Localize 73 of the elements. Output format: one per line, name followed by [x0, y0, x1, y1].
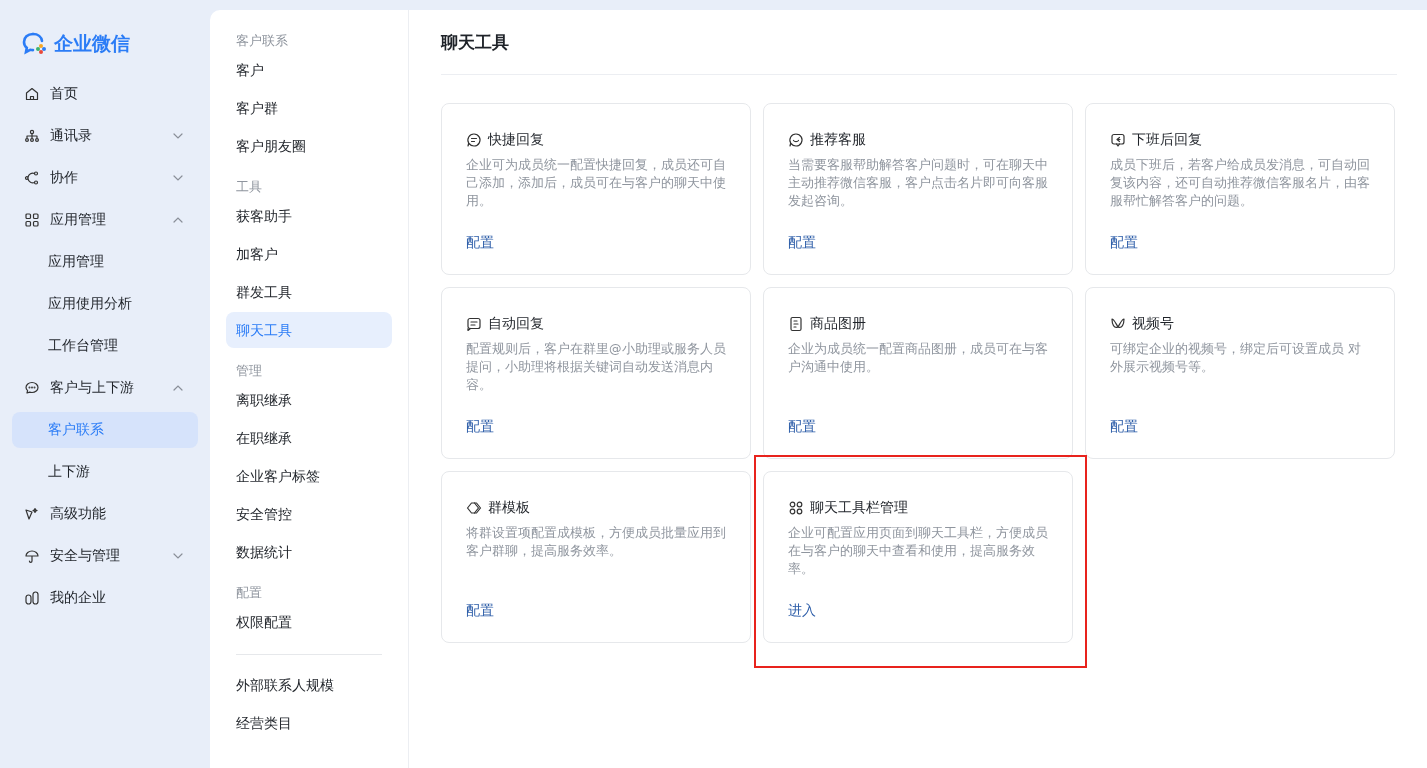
card-description: 将群设置项配置成模板，方便成员批量应用到客户群聊，提高服务效率。	[466, 524, 727, 560]
chat-lines-icon	[466, 316, 482, 332]
card-title: 快捷回复	[488, 131, 544, 149]
chat-bubble-icon	[24, 380, 40, 396]
document-icon	[788, 316, 804, 332]
card-title: 商品图册	[810, 315, 866, 333]
card-link[interactable]: 配置	[1110, 234, 1138, 252]
card-title: 自动回复	[488, 315, 544, 333]
card-description: 企业可为成员统一配置快捷回复，成员还可自己添加，添加后，成员可在与客户的聊天中使用。	[466, 156, 727, 210]
sidebar-subitem[interactable]: 应用管理	[12, 244, 198, 280]
org-chart-icon	[24, 128, 40, 144]
subnav-item[interactable]: 离职继承	[226, 382, 392, 418]
sidebar-subitem[interactable]: 上下游	[12, 454, 198, 490]
smile-chat-icon	[788, 132, 804, 148]
sidebar-subitem[interactable]: 工作台管理	[12, 328, 198, 364]
sidebar-item[interactable]: 客户与上下游	[12, 370, 198, 406]
section-heading: 配置	[235, 584, 263, 602]
subnav-item[interactable]: 外部联系人规模	[226, 667, 392, 703]
card-description: 成员下班后，若客户给成员发消息，可自动回复该内容，还可自动推荐微信客服名片，由客服帮忙解答客户的问题。	[1110, 156, 1371, 210]
reply-bubble-icon	[1110, 132, 1126, 148]
subnav-item[interactable]: 在职继承	[226, 420, 392, 456]
subnav-item[interactable]: 客户朋友圈	[226, 128, 392, 164]
card-link[interactable]: 配置	[466, 602, 494, 620]
sidebar-subitem[interactable]: 应用使用分析	[12, 286, 198, 322]
tag-shapes-icon	[466, 500, 482, 516]
page-title: 聊天工具	[441, 10, 1397, 75]
logo-icon	[22, 32, 48, 56]
four-circles-icon	[788, 500, 804, 516]
subnav-item[interactable]: 加客户	[226, 236, 392, 272]
sidebar-item[interactable]: 首页	[12, 76, 198, 112]
section-heading: 管理	[235, 362, 263, 380]
message-icon	[466, 132, 482, 148]
subnav-item[interactable]: 客户	[226, 52, 392, 88]
card-link[interactable]: 配置	[788, 418, 816, 436]
sidebar-item[interactable]: 我的企业	[12, 580, 198, 616]
subnav-item[interactable]: 经营类目	[226, 705, 392, 741]
card-title: 群模板	[488, 499, 530, 517]
nodes-icon	[24, 170, 40, 186]
card-description: 可绑定企业的视频号，绑定后可设置成员 对外展示视频号等。	[1110, 340, 1362, 376]
sidebar-item[interactable]: 高级功能	[12, 496, 198, 532]
card-link[interactable]: 配置	[788, 234, 816, 252]
section-heading: 工具	[235, 178, 263, 196]
subnav-item[interactable]: 数据统计	[226, 534, 392, 570]
sidebar-item[interactable]: 应用管理	[12, 202, 198, 238]
sidebar-item[interactable]: 安全与管理	[12, 538, 198, 574]
sidebar-item[interactable]: 通讯录	[12, 118, 198, 154]
card-link[interactable]: 配置	[1110, 418, 1138, 436]
card-link[interactable]: 配置	[466, 418, 494, 436]
grid-icon	[24, 212, 40, 228]
subnav-item[interactable]: 获客助手	[226, 198, 392, 234]
card-title: 聊天工具栏管理	[810, 499, 908, 517]
buildings-icon	[24, 590, 40, 606]
home-icon	[24, 86, 40, 102]
card-description: 当需要客服帮助解答客户问题时，可在聊天中主动推荐微信客服，客户点击名片即可向客服发起咨询。	[788, 156, 1049, 210]
section-heading: 客户联系	[235, 32, 289, 50]
card-title: 推荐客服	[810, 131, 866, 149]
subnav-item[interactable]: 聊天工具	[226, 312, 392, 348]
card-title: 视频号	[1132, 315, 1174, 333]
card-description: 企业为成员统一配置商品图册，成员可在与客户沟通中使用。	[788, 340, 1049, 376]
card-link[interactable]: 进入	[788, 602, 816, 620]
subnav-item[interactable]: 企业客户标签	[226, 458, 392, 494]
card-link[interactable]: 配置	[466, 234, 494, 252]
subnav-item[interactable]: 安全管控	[226, 496, 392, 532]
card-description: 配置规则后，客户在群里@小助理或服务人员提问，小助理将根据关键词自动发送消息内容。	[466, 340, 727, 394]
subnav-item[interactable]: 客户群	[226, 90, 392, 126]
subnav-item[interactable]: 权限配置	[226, 604, 392, 640]
sparkle-icon	[24, 506, 40, 522]
subnav-item[interactable]: 群发工具	[226, 274, 392, 310]
card-description: 企业可配置应用页面到聊天工具栏，方便成员在与客户的聊天中查看和使用，提高服务效率。	[788, 524, 1049, 578]
sidebar-item[interactable]: 协作	[12, 160, 198, 196]
card-title: 下班后回复	[1132, 131, 1202, 149]
umbrella-icon	[24, 548, 40, 564]
logo-text: 企业微信	[54, 31, 130, 56]
